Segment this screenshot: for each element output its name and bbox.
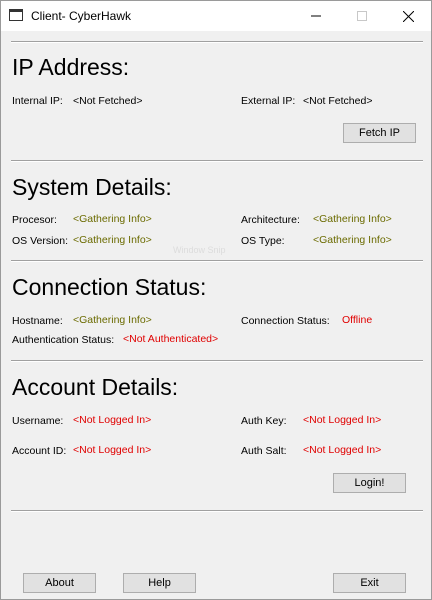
help-button[interactable]: Help xyxy=(123,573,196,593)
architecture-value: <Gathering Info> xyxy=(313,213,392,225)
divider xyxy=(11,510,423,512)
os-type-value: <Gathering Info> xyxy=(313,234,392,246)
main-window: Client- CyberHawk IP Address: Internal I… xyxy=(0,0,432,600)
external-ip-value: <Not Fetched> xyxy=(303,95,373,107)
title-bar[interactable]: Client- CyberHawk xyxy=(1,1,431,31)
about-button[interactable]: About xyxy=(23,573,96,593)
window-title: Client- CyberHawk xyxy=(31,9,132,23)
username-value: <Not Logged In> xyxy=(73,414,152,426)
hostname-value: <Gathering Info> xyxy=(73,314,152,326)
maximize-button[interactable] xyxy=(339,1,385,31)
auth-status-value: <Not Authenticated> xyxy=(123,333,219,345)
minimize-button[interactable] xyxy=(293,1,339,31)
architecture-label: Architecture: xyxy=(241,214,300,226)
os-version-value: <Gathering Info> xyxy=(73,234,152,246)
processor-label: Procesor: xyxy=(12,214,57,226)
os-type-label: OS Type: xyxy=(241,235,285,247)
auth-salt-value: <Not Logged In> xyxy=(303,444,382,456)
account-section-heading: Account Details: xyxy=(12,374,179,400)
ip-section-heading: IP Address: xyxy=(12,54,130,80)
processor-value: <Gathering Info> xyxy=(73,213,152,225)
os-version-label: OS Version: xyxy=(12,235,69,247)
minimize-icon xyxy=(311,15,321,17)
auth-status-label: Authentication Status: xyxy=(12,334,115,346)
divider xyxy=(11,260,423,262)
connection-section-heading: Connection Status: xyxy=(12,274,207,300)
divider xyxy=(11,160,423,162)
auth-key-label: Auth Key: xyxy=(241,415,287,427)
internal-ip-label: Internal IP: xyxy=(12,95,63,107)
system-section-heading: System Details: xyxy=(12,174,172,200)
account-id-label: Account ID: xyxy=(12,445,67,457)
maximize-icon xyxy=(357,11,367,21)
hostname-label: Hostname: xyxy=(12,315,63,327)
connection-status-value: Offline xyxy=(342,314,373,326)
internal-ip-value: <Not Fetched> xyxy=(73,95,143,107)
exit-button[interactable]: Exit xyxy=(333,573,406,593)
auth-salt-label: Auth Salt: xyxy=(241,445,287,457)
external-ip-label: External IP: xyxy=(241,95,296,107)
divider xyxy=(11,41,423,43)
connection-status-label: Connection Status: xyxy=(241,315,330,327)
close-button[interactable] xyxy=(385,1,431,31)
fetch-ip-button[interactable]: Fetch IP xyxy=(343,123,416,143)
window-snip-watermark: Window Snip xyxy=(173,245,226,255)
account-id-value: <Not Logged In> xyxy=(73,444,152,456)
login-button[interactable]: Login! xyxy=(333,473,406,493)
auth-key-value: <Not Logged In> xyxy=(303,414,382,426)
app-window-icon xyxy=(9,9,23,21)
divider xyxy=(11,360,423,362)
close-icon xyxy=(402,10,414,22)
username-label: Username: xyxy=(12,415,64,427)
